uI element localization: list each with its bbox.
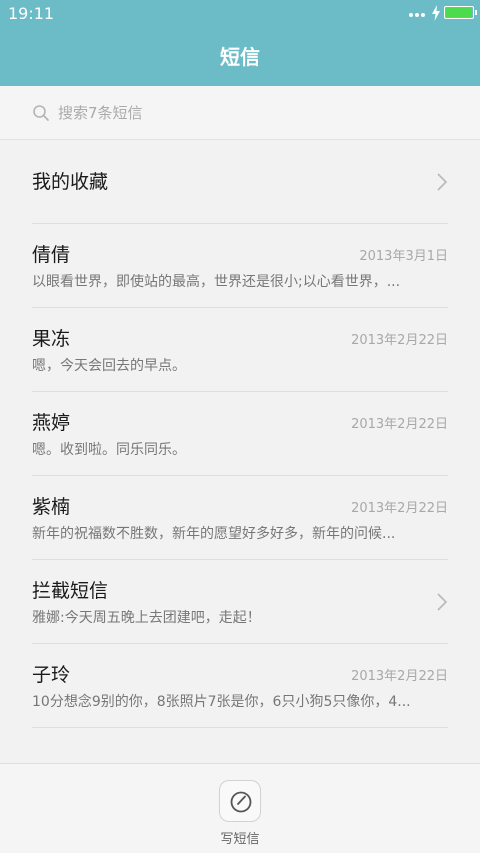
message-date: 2013年3月1日 <box>359 249 448 264</box>
compose-icon <box>230 791 252 813</box>
signal-icon <box>409 13 425 17</box>
contact-name: 倩倩 <box>32 244 71 266</box>
bottom-toolbar: 写短信 <box>0 763 480 853</box>
list-item[interactable]: 倩倩 2013年3月1日 以眼看世界，即使站的最高，世界还是很小;以心看世界，.… <box>0 224 480 308</box>
list-item[interactable]: 燕婷 2013年2月22日 嗯。收到啦。同乐同乐。 <box>0 392 480 476</box>
search-icon <box>33 105 49 121</box>
message-preview: 新年的祝福数不胜数，新年的愿望好多好多，新年的问候... <box>32 526 396 542</box>
message-date: 2013年2月22日 <box>351 501 448 516</box>
battery-level <box>446 8 472 17</box>
app-header: 19:11 短信 <box>0 0 480 86</box>
status-bar: 19:11 <box>0 0 480 26</box>
search-bar[interactable] <box>0 86 480 140</box>
contact-name: 子玲 <box>32 664 71 686</box>
message-preview: 嗯。收到啦。同乐同乐。 <box>32 442 186 458</box>
favorites-row[interactable]: 我的收藏 <box>0 140 480 224</box>
message-preview: 雅娜:今天周五晚上去团建吧，走起！ <box>32 610 261 626</box>
contact-name: 燕婷 <box>32 412 71 434</box>
chevron-right-icon <box>437 173 448 191</box>
compose-button[interactable] <box>219 780 261 822</box>
contact-name: 紫楠 <box>32 496 71 518</box>
list-item[interactable]: 紫楠 2013年2月22日 新年的祝福数不胜数，新年的愿望好多好多，新年的问候.… <box>0 476 480 560</box>
message-date: 2013年2月22日 <box>351 333 448 348</box>
list-item[interactable]: 果冻 2013年2月22日 嗯，今天会回去的早点。 <box>0 308 480 392</box>
battery-icon <box>444 6 477 19</box>
favorites-label: 我的收藏 <box>32 171 109 193</box>
message-preview: 嗯，今天会回去的早点。 <box>32 358 186 374</box>
message-date: 2013年2月22日 <box>351 417 448 432</box>
contact-name: 果冻 <box>32 328 71 350</box>
search-input[interactable] <box>58 100 438 126</box>
message-date: 2013年2月22日 <box>351 669 448 684</box>
message-preview: 10分想念9别的你，8张照片7张是你，6只小狗5只像你，4... <box>32 694 411 710</box>
blocked-messages-label: 拦截短信 <box>32 580 109 602</box>
message-preview: 以眼看世界，即使站的最高，世界还是很小;以心看世界，... <box>32 274 401 290</box>
status-time: 19:11 <box>8 4 55 23</box>
compose-label: 写短信 <box>220 832 260 847</box>
charging-icon <box>432 5 440 21</box>
blocked-messages-row[interactable]: 拦截短信 雅娜:今天周五晚上去团建吧，走起！ <box>0 560 480 644</box>
page-title: 短信 <box>220 45 260 69</box>
list-item[interactable]: 子玲 2013年2月22日 10分想念9别的你，8张照片7张是你，6只小狗5只像… <box>0 644 480 728</box>
chevron-right-icon <box>437 593 448 611</box>
